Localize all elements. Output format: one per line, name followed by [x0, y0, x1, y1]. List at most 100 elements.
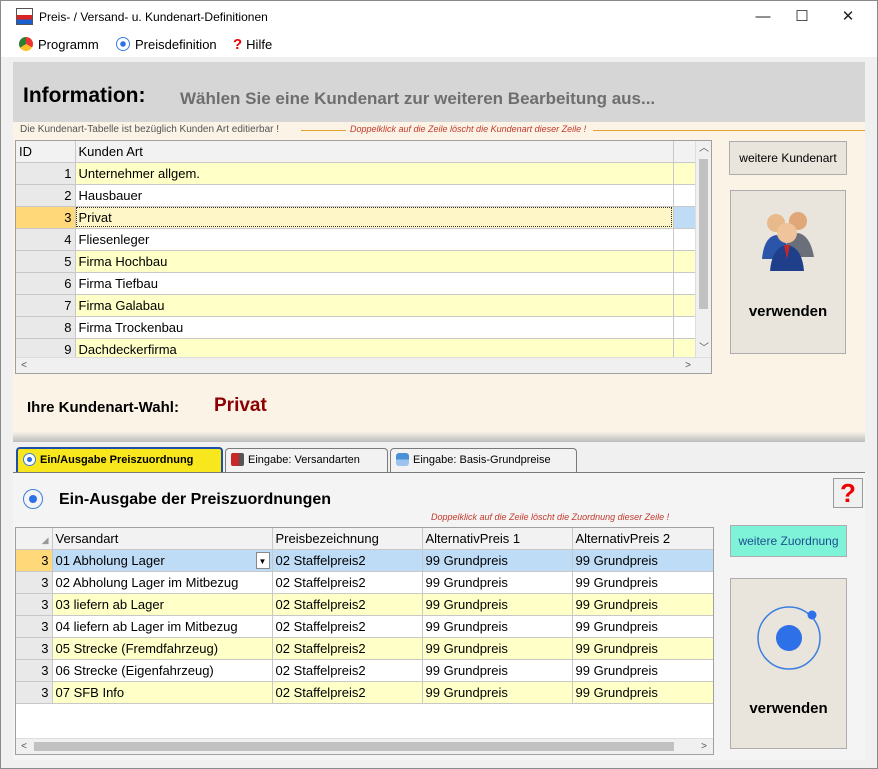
row-alternativpreis-2[interactable]: 99 Grundpreis: [572, 637, 713, 660]
row-versandart[interactable]: 07 SFB Info: [52, 681, 273, 704]
zuordnung-verwenden-button[interactable]: verwenden: [730, 578, 847, 749]
row-kunden-art[interactable]: Fliesenleger: [75, 228, 674, 251]
tab-basis-grundpreise[interactable]: Eingabe: Basis-Grundpreise: [390, 448, 577, 472]
kundenart-verwenden-button[interactable]: verwenden: [730, 190, 846, 354]
help-icon[interactable]: ?: [833, 478, 863, 508]
table-row[interactable]: 5 Firma Hochbau: [16, 250, 697, 273]
table-row[interactable]: 3 02 Abholung Lager im Mitbezug 02 Staff…: [16, 571, 713, 594]
chevron-down-icon[interactable]: ▼: [255, 551, 270, 569]
close-button[interactable]: ✕: [825, 1, 871, 32]
vertical-scrollbar[interactable]: ︿ ﹀: [695, 141, 711, 357]
row-alternativpreis-2[interactable]: 99 Grundpreis: [572, 615, 713, 638]
row-spacer: [673, 316, 697, 339]
table-row-selected[interactable]: 3 01 Abholung Lager ▼ 02 Staffelpreis2 99…: [16, 549, 713, 572]
menu-programm-label: Programm: [38, 37, 99, 52]
row-preisbezeichnung[interactable]: 02 Staffelpreis2: [272, 637, 423, 660]
menu-hilfe[interactable]: ? Hilfe: [233, 36, 272, 54]
horizontal-scrollbar[interactable]: < >: [16, 738, 713, 754]
column-header-alternativpreis-2[interactable]: AlternativPreis 2: [572, 528, 713, 550]
table-row[interactable]: 3 07 SFB Info 02 Staffelpreis2 99 Grundp…: [16, 681, 713, 704]
tab-versandarten[interactable]: Eingabe: Versandarten: [225, 448, 388, 472]
note-divider: [593, 130, 865, 131]
table-row[interactable]: 2 Hausbauer: [16, 184, 697, 207]
row-kunden-art[interactable]: Firma Trockenbau: [75, 316, 674, 339]
row-versandart[interactable]: 04 liefern ab Lager im Mitbezug: [52, 615, 273, 638]
row-preisbezeichnung[interactable]: 02 Staffelpreis2: [272, 659, 423, 682]
row-alternativpreis-1[interactable]: 99 Grundpreis: [422, 637, 573, 660]
row-alternativpreis-1[interactable]: 99 Grundpreis: [422, 571, 573, 594]
kundenart-table[interactable]: ID Kunden Art 1 Unternehmer allgem. 2 Haus…: [15, 140, 712, 374]
table-row[interactable]: 8 Firma Trockenbau: [16, 316, 697, 339]
table-row[interactable]: 7 Firma Galabau: [16, 294, 697, 317]
menu-preisdefinition-label: Preisdefinition: [135, 37, 217, 52]
column-header-preisbezeichnung[interactable]: Preisbezeichnung: [272, 528, 423, 550]
scroll-thumb[interactable]: [34, 742, 674, 751]
note-divider: [301, 130, 346, 131]
row-preisbezeichnung[interactable]: 02 Staffelpreis2: [272, 681, 423, 704]
table-row[interactable]: 3 03 liefern ab Lager 02 Staffelpreis2 9…: [16, 593, 713, 616]
scroll-left-icon[interactable]: <: [16, 739, 32, 754]
row-versandart[interactable]: 05 Strecke (Fremdfahrzeug): [52, 637, 273, 660]
row-id: 3: [16, 637, 53, 660]
row-id: 4: [16, 228, 76, 251]
row-alternativpreis-1[interactable]: 99 Grundpreis: [422, 681, 573, 704]
table-row[interactable]: 4 Fliesenleger: [16, 228, 697, 251]
table-row[interactable]: 3 05 Strecke (Fremdfahrzeug) 02 Staffelp…: [16, 637, 713, 660]
scroll-right-icon[interactable]: >: [696, 739, 712, 754]
row-alternativpreis-2[interactable]: 99 Grundpreis: [572, 681, 713, 704]
weitere-zuordnung-button[interactable]: weitere Zuordnung: [730, 525, 847, 557]
row-alternativpreis-1[interactable]: 99 Grundpreis: [422, 549, 573, 572]
row-spacer: [673, 184, 697, 207]
row-kunden-art[interactable]: Firma Galabau: [75, 294, 674, 317]
column-header-corner[interactable]: ◢: [16, 528, 53, 550]
row-preisbezeichnung[interactable]: 02 Staffelpreis2: [272, 571, 423, 594]
kundenart-edit-note: Die Kundenart-Tabelle ist bezüglich Kund…: [20, 124, 280, 135]
row-kunden-art[interactable]: Unternehmer allgem.: [75, 162, 674, 185]
row-id: 3: [16, 571, 53, 594]
row-alternativpreis-1[interactable]: 99 Grundpreis: [422, 659, 573, 682]
row-kunden-art[interactable]: Firma Tiefbau: [75, 272, 674, 295]
scroll-down-icon[interactable]: ﹀: [696, 341, 711, 357]
horizontal-scrollbar[interactable]: < >: [16, 357, 711, 373]
column-header-kunden-art[interactable]: Kunden Art: [75, 141, 674, 163]
users-icon: [762, 212, 814, 271]
scroll-thumb[interactable]: [699, 159, 708, 309]
table-row[interactable]: 6 Firma Tiefbau: [16, 272, 697, 295]
row-versandart[interactable]: 03 liefern ab Lager: [52, 593, 273, 616]
column-header-alternativpreis-1[interactable]: AlternativPreis 1: [422, 528, 573, 550]
row-versandart[interactable]: 01 Abholung Lager ▼: [52, 549, 273, 572]
row-kunden-art[interactable]: Firma Hochbau: [75, 250, 674, 273]
maximize-button[interactable]: ☐: [779, 1, 825, 32]
row-alternativpreis-1[interactable]: 99 Grundpreis: [422, 615, 573, 638]
row-kunden-art[interactable]: Privat: [75, 206, 674, 229]
row-alternativpreis-1[interactable]: 99 Grundpreis: [422, 593, 573, 616]
column-header-versandart[interactable]: Versandart: [52, 528, 273, 550]
row-alternativpreis-2[interactable]: 99 Grundpreis: [572, 593, 713, 616]
table-row[interactable]: 3 04 liefern ab Lager im Mitbezug 02 Sta…: [16, 615, 713, 638]
row-versandart[interactable]: 02 Abholung Lager im Mitbezug: [52, 571, 273, 594]
table-row-selected[interactable]: 3 Privat: [16, 206, 697, 229]
help-icon: ?: [233, 36, 243, 53]
row-spacer: [673, 228, 697, 251]
tab-label: Eingabe: Versandarten: [248, 454, 360, 466]
row-preisbezeichnung[interactable]: 02 Staffelpreis2: [272, 593, 423, 616]
row-preisbezeichnung[interactable]: 02 Staffelpreis2: [272, 615, 423, 638]
menu-preisdefinition[interactable]: Preisdefinition: [116, 36, 217, 54]
menu-programm[interactable]: Programm: [19, 36, 99, 54]
scroll-left-icon[interactable]: <: [16, 358, 32, 373]
column-header-id[interactable]: ID: [16, 141, 76, 163]
table-row[interactable]: 3 06 Strecke (Eigenfahrzeug) 02 Staffelp…: [16, 659, 713, 682]
row-versandart[interactable]: 06 Strecke (Eigenfahrzeug): [52, 659, 273, 682]
scroll-up-icon[interactable]: ︿: [696, 141, 711, 157]
tab-preiszuordnung[interactable]: Ein/Ausgabe Preiszuordnung: [16, 447, 223, 473]
table-row[interactable]: 1 Unternehmer allgem.: [16, 162, 697, 185]
verwenden-label: verwenden: [749, 700, 828, 717]
row-alternativpreis-2[interactable]: 99 Grundpreis: [572, 659, 713, 682]
row-alternativpreis-2[interactable]: 99 Grundpreis: [572, 549, 713, 572]
row-preisbezeichnung[interactable]: 02 Staffelpreis2: [272, 549, 423, 572]
weitere-kundenart-button[interactable]: weitere Kundenart: [729, 141, 847, 175]
zuordnung-table[interactable]: ◢ Versandart Preisbezeichnung Alternativ…: [15, 527, 714, 755]
row-kunden-art[interactable]: Hausbauer: [75, 184, 674, 207]
row-alternativpreis-2[interactable]: 99 Grundpreis: [572, 571, 713, 594]
scroll-right-icon[interactable]: >: [680, 358, 696, 373]
